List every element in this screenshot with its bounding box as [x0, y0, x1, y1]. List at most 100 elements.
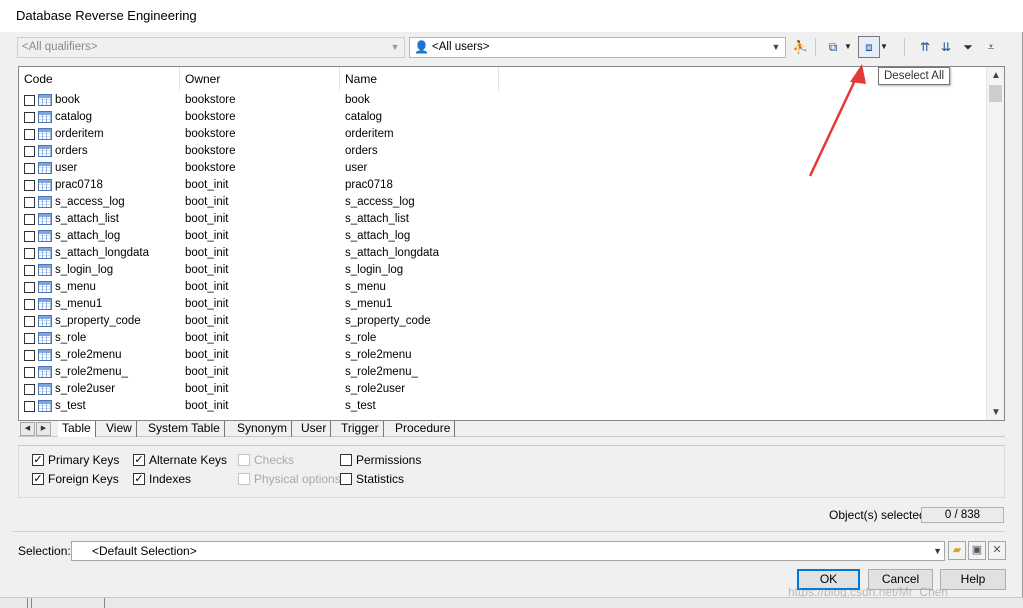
tab-trigger[interactable]: Trigger	[337, 421, 384, 437]
table-row[interactable]: s_attach_list boot_init s_attach_list	[19, 211, 979, 228]
row-owner: boot_init	[185, 281, 229, 293]
scroll-thumb[interactable]	[989, 85, 1002, 102]
tab-scroll-right-icon[interactable]: ▶	[36, 422, 51, 436]
row-checkbox[interactable]	[24, 231, 35, 242]
table-row[interactable]: s_role2menu boot_init s_role2menu	[19, 347, 979, 364]
table-row[interactable]: book bookstore book	[19, 92, 979, 109]
table-icon	[38, 400, 52, 412]
table-row[interactable]: s_login_log boot_init s_login_log	[19, 262, 979, 279]
table-row[interactable]: s_test boot_init s_test	[19, 398, 979, 415]
toolbar-separator	[815, 38, 816, 56]
row-name: book	[345, 94, 370, 106]
table-row[interactable]: s_attach_log boot_init s_attach_log	[19, 228, 979, 245]
selection-dropdown[interactable]: <Default Selection> ▼	[71, 541, 945, 561]
tab-procedure[interactable]: Procedure	[391, 421, 456, 437]
select-user-button[interactable]: ⛹	[789, 36, 811, 58]
table-row[interactable]: orderitem bookstore orderitem	[19, 126, 979, 143]
table-row[interactable]: s_attach_longdata boot_init s_attach_longd…	[19, 245, 979, 262]
row-owner: boot_init	[185, 366, 229, 378]
save-selection-button[interactable]: ▣	[968, 541, 986, 560]
table-row[interactable]: s_property_code boot_init s_property_code	[19, 313, 979, 330]
column-header-name[interactable]: Name	[340, 67, 499, 91]
open-selection-button[interactable]: ▰	[948, 541, 966, 560]
qualifier-dropdown: <All qualifiers> ▼	[17, 37, 405, 58]
row-checkbox[interactable]	[24, 248, 35, 259]
table-row[interactable]: s_role boot_init s_role	[19, 330, 979, 347]
table-row[interactable]: catalog bookstore catalog	[19, 109, 979, 126]
table-row[interactable]: prac0718 boot_init prac0718	[19, 177, 979, 194]
help-button[interactable]: Help	[940, 569, 1006, 590]
table-row[interactable]: orders bookstore orders	[19, 143, 979, 160]
tab-table[interactable]: Table	[58, 421, 96, 437]
object-type-tabs: ◀ ▶ Table View System Table Synonym User…	[18, 420, 1005, 437]
row-checkbox[interactable]	[24, 265, 35, 276]
tab-user[interactable]: User	[297, 421, 332, 437]
row-checkbox[interactable]	[24, 112, 35, 123]
row-checkbox[interactable]	[24, 384, 35, 395]
row-checkbox[interactable]	[24, 316, 35, 327]
row-checkbox[interactable]	[24, 282, 35, 293]
table-row[interactable]: s_menu1 boot_init s_menu1	[19, 296, 979, 313]
column-header-owner[interactable]: Owner	[180, 67, 340, 91]
object-list[interactable]: Code Owner Name book bookstore book catalog…	[18, 66, 1005, 421]
tab-view[interactable]: View	[102, 421, 137, 437]
table-icon	[38, 264, 52, 276]
table-icon	[38, 247, 52, 259]
checkmark-icon: ✓	[133, 473, 145, 485]
row-checkbox[interactable]	[24, 350, 35, 361]
move-top-icon: ⇈	[919, 40, 931, 54]
deselect-all-dropdown-arrow[interactable]: ▼	[880, 36, 888, 58]
row-checkbox[interactable]	[24, 401, 35, 412]
row-checkbox[interactable]	[24, 95, 35, 106]
objects-selected-count: 0 / 838	[921, 507, 1004, 523]
move-bottom-button[interactable]: ⇊	[935, 36, 957, 58]
table-icon	[38, 298, 52, 310]
column-header-code[interactable]: Code	[19, 67, 180, 91]
row-name: s_attach_longdata	[345, 247, 439, 259]
delete-selection-button[interactable]: ✕	[988, 541, 1006, 560]
row-checkbox[interactable]	[24, 163, 35, 174]
table-icon	[38, 145, 52, 157]
row-checkbox[interactable]	[24, 214, 35, 225]
user-icon: 👤	[414, 40, 429, 54]
scroll-down-icon[interactable]: ▼	[987, 404, 1005, 421]
user-dropdown[interactable]: 👤 <All users> ▼	[409, 37, 786, 58]
row-checkbox[interactable]	[24, 146, 35, 157]
table-row[interactable]: s_role2user boot_init s_role2user	[19, 381, 979, 398]
checkmark-icon: ✓	[133, 454, 145, 466]
row-checkbox[interactable]	[24, 197, 35, 208]
row-name: s_role2user	[345, 383, 406, 395]
scroll-up-icon[interactable]: ▲	[987, 67, 1005, 84]
select-all-dropdown-arrow[interactable]: ▼	[844, 36, 852, 58]
row-checkbox[interactable]	[24, 129, 35, 140]
row-code: s_attach_list	[55, 213, 119, 225]
move-top-button[interactable]: ⇈	[914, 36, 936, 58]
row-checkbox[interactable]	[24, 180, 35, 191]
row-code: s_access_log	[55, 196, 125, 208]
row-checkbox[interactable]	[24, 299, 35, 310]
table-row[interactable]: s_menu boot_init s_menu	[19, 279, 979, 296]
table-row[interactable]: s_role2menu_ boot_init s_role2menu_	[19, 364, 979, 381]
tab-system-table[interactable]: System Table	[144, 421, 225, 437]
row-code: s_login_log	[55, 264, 114, 276]
clear-filter-button[interactable]: ⩡	[980, 36, 1002, 58]
filter-button[interactable]: ⏷	[957, 36, 979, 58]
row-name: s_test	[345, 400, 376, 412]
row-name: orderitem	[345, 128, 394, 140]
table-row[interactable]: s_access_log boot_init s_access_log	[19, 194, 979, 211]
tab-scroll-left-icon[interactable]: ◀	[20, 422, 35, 436]
table-row[interactable]: user bookstore user	[19, 160, 979, 177]
row-checkbox[interactable]	[24, 333, 35, 344]
row-checkbox[interactable]	[24, 367, 35, 378]
select-all-button[interactable]: ⧉	[822, 36, 844, 58]
row-name: s_role2menu_	[345, 366, 418, 378]
table-icon	[38, 111, 52, 123]
tab-synonym[interactable]: Synonym	[233, 421, 293, 437]
row-code: user	[55, 162, 78, 174]
deselect-all-icon: ⧈	[865, 40, 873, 54]
deselect-all-button[interactable]: ⧈	[858, 36, 880, 58]
row-owner: boot_init	[185, 247, 229, 259]
list-scrollbar[interactable]: ▲ ▼	[986, 67, 1004, 421]
toolbar-separator	[904, 38, 905, 56]
row-owner: bookstore	[185, 111, 236, 123]
